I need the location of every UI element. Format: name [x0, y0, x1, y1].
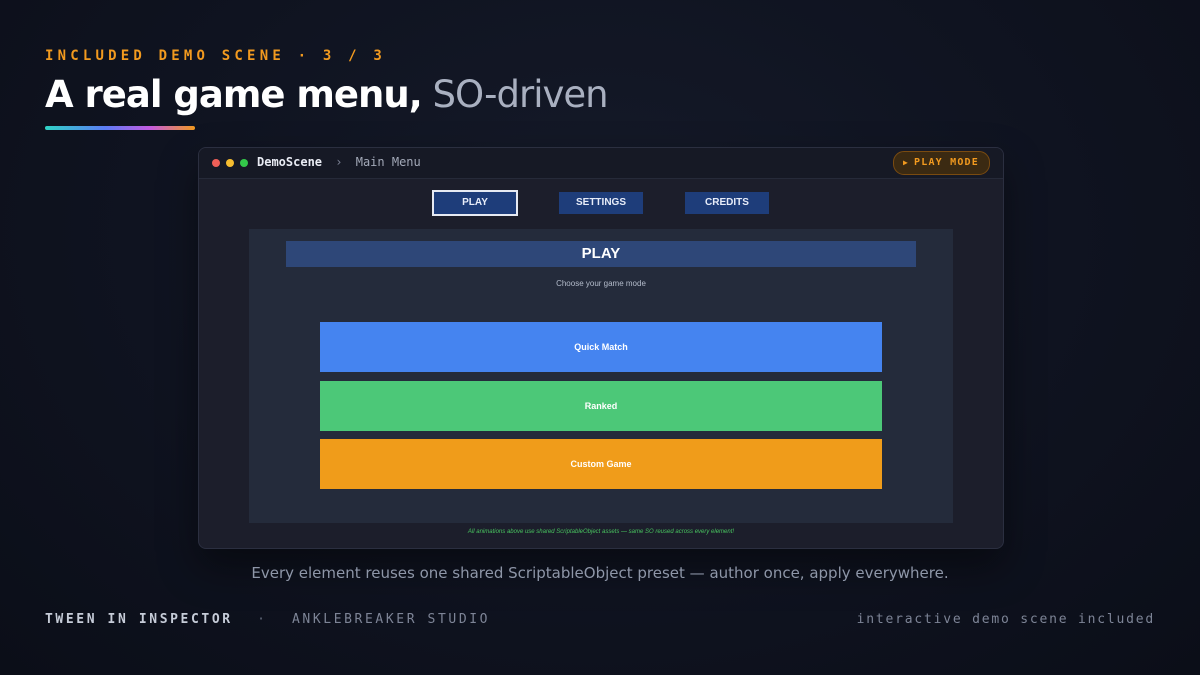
- maximize-dot-icon[interactable]: [240, 159, 248, 167]
- footer-left: TWEEN IN INSPECTOR · ANKLEBREAKER STUDIO: [45, 612, 490, 627]
- headline-strong: A real game menu,: [45, 73, 423, 116]
- headline: A real game menu, SO-driven: [45, 70, 609, 120]
- play-mode-button[interactable]: ▶ PLAY MODE: [892, 151, 990, 175]
- demo-window: DemoScene › Main Menu ▶ PLAY MODE PLAY SE…: [198, 147, 1004, 549]
- footer-tagline: interactive demo scene included: [856, 612, 1155, 627]
- quick-match-button[interactable]: Quick Match: [320, 322, 882, 372]
- footer-product: TWEEN IN INSPECTOR: [45, 612, 233, 627]
- headline-underline: [45, 126, 195, 130]
- tab-settings[interactable]: SETTINGS: [559, 192, 643, 214]
- close-dot-icon[interactable]: [212, 159, 220, 167]
- breadcrumb-separator: ›: [335, 155, 343, 169]
- play-mode-label: PLAY MODE: [914, 157, 979, 168]
- panel-title: PLAY: [286, 241, 916, 267]
- custom-game-button[interactable]: Custom Game: [320, 439, 882, 489]
- caption: Every element reuses one shared Scriptab…: [251, 564, 949, 582]
- tab-play[interactable]: PLAY: [432, 190, 518, 216]
- breadcrumb: DemoScene › Main Menu: [257, 155, 421, 169]
- footer-separator: ·: [257, 612, 268, 627]
- footer-studio: ANKLEBREAKER STUDIO: [292, 612, 491, 627]
- tab-credits[interactable]: CREDITS: [685, 192, 769, 214]
- eyebrow: INCLUDED DEMO SCENE · 3 / 3: [45, 48, 386, 64]
- play-triangle-icon: ▶: [902, 158, 909, 167]
- breadcrumb-scene: DemoScene: [257, 155, 323, 169]
- window-footnote: All animations above use shared Scriptab…: [467, 529, 735, 535]
- window-titlebar: DemoScene › Main Menu ▶ PLAY MODE: [199, 148, 1003, 179]
- headline-light: SO-driven: [432, 73, 609, 116]
- breadcrumb-page: Main Menu: [355, 155, 421, 169]
- play-panel: PLAY Choose your game mode Quick Match R…: [249, 229, 953, 523]
- panel-subtitle: Choose your game mode: [556, 279, 646, 288]
- ranked-button[interactable]: Ranked: [320, 381, 882, 431]
- minimize-dot-icon[interactable]: [226, 159, 234, 167]
